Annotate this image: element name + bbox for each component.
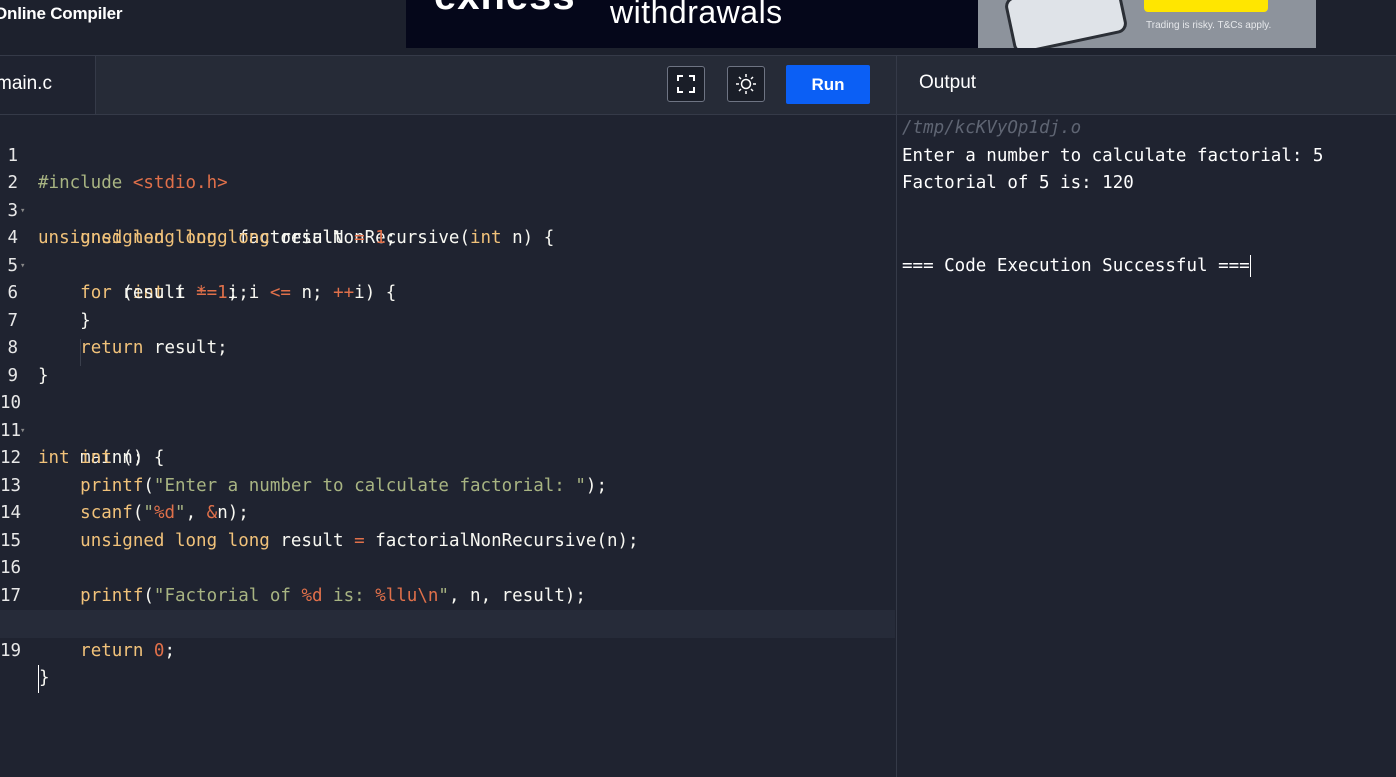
fullscreen-icon [677, 75, 695, 93]
code-line-active[interactable]: 19 } [0, 610, 895, 693]
phone-icon [1003, 0, 1129, 48]
code-line[interactable]: 2 ▾ unsigned long long factorialNonRecur… [0, 143, 895, 248]
code-line[interactable]: 18 return 0; [0, 583, 895, 661]
code-line[interactable]: 6 } [0, 253, 895, 331]
output-header: Output [896, 56, 1396, 115]
code-line[interactable]: 14 unsigned long long result = factorial… [0, 473, 895, 551]
tab-label: main.c [0, 73, 52, 94]
code-line[interactable]: 7 return result; [0, 280, 895, 359]
code-line[interactable]: 1 #include <stdio.h> [0, 115, 895, 194]
ad-brand: exness [434, 0, 576, 19]
top-bar: Online Compiler exness withdrawals Tradi… [0, 0, 1396, 56]
output-status-line: === Code Execution Successful === [902, 253, 1251, 281]
code-line[interactable]: 11 int n; [0, 390, 895, 469]
line-number: 19 [0, 640, 22, 661]
output-line: Enter a number to calculate factorial: 5 [902, 145, 1324, 166]
output-panel[interactable]: /tmp/kcKVyOp1dj.o Enter a number to calc… [896, 115, 1396, 777]
theme-toggle-button[interactable] [727, 66, 765, 102]
code-line[interactable]: 9 [0, 335, 895, 386]
text-caret [1249, 254, 1251, 277]
ad-visual: Trading is risky. T&Cs apply. [978, 0, 1316, 48]
run-button[interactable]: Run [786, 65, 870, 104]
app-title: Online Compiler [0, 4, 123, 23]
code-text: return 0; [80, 640, 176, 661]
code-line[interactable]: 17 [0, 555, 895, 606]
code-editor[interactable]: 1 #include <stdio.h> 2 ▾ unsigned long l… [0, 115, 895, 777]
output-line: Factorial of 5 is: 120 [902, 173, 1134, 193]
sun-icon [736, 74, 756, 94]
output-status-text: === Code Execution Successful === [902, 255, 1250, 276]
ad-cta-button[interactable] [1144, 0, 1268, 12]
ad-headline: withdrawals [610, 0, 783, 30]
output-title: Output [919, 72, 977, 93]
code-line[interactable]: 5 result *= i; [0, 225, 895, 304]
tab-main-c[interactable]: main.c [0, 56, 96, 114]
ad-disclaimer: Trading is risky. T&Cs apply. [1146, 20, 1272, 31]
output-path: /tmp/kcKVyOp1dj.o [902, 118, 1082, 138]
code-line[interactable]: 4 ▾ for (int i = 1; i <= n; ++i) { [0, 198, 895, 303]
advertisement-banner[interactable]: exness withdrawals Trading is risky. T&C… [406, 0, 1316, 48]
code-line[interactable]: 16 printf("Factorial of %d is: %llu\n", … [0, 528, 895, 606]
code-line[interactable]: 12 printf("Enter a number to calculate f… [0, 418, 895, 496]
code-line[interactable]: 10 ▾ int main() { [0, 363, 895, 468]
fullscreen-button[interactable] [667, 66, 705, 102]
code-line[interactable]: 3 unsigned long long result = 1; [0, 170, 895, 249]
code-line[interactable]: 8 } [0, 308, 895, 386]
code-text: } [38, 665, 50, 693]
editor-toolbar: main.c Run [0, 56, 896, 115]
code-line[interactable]: 15 [0, 500, 895, 551]
code-line[interactable]: 13 scanf("%d", &n); [0, 445, 895, 524]
